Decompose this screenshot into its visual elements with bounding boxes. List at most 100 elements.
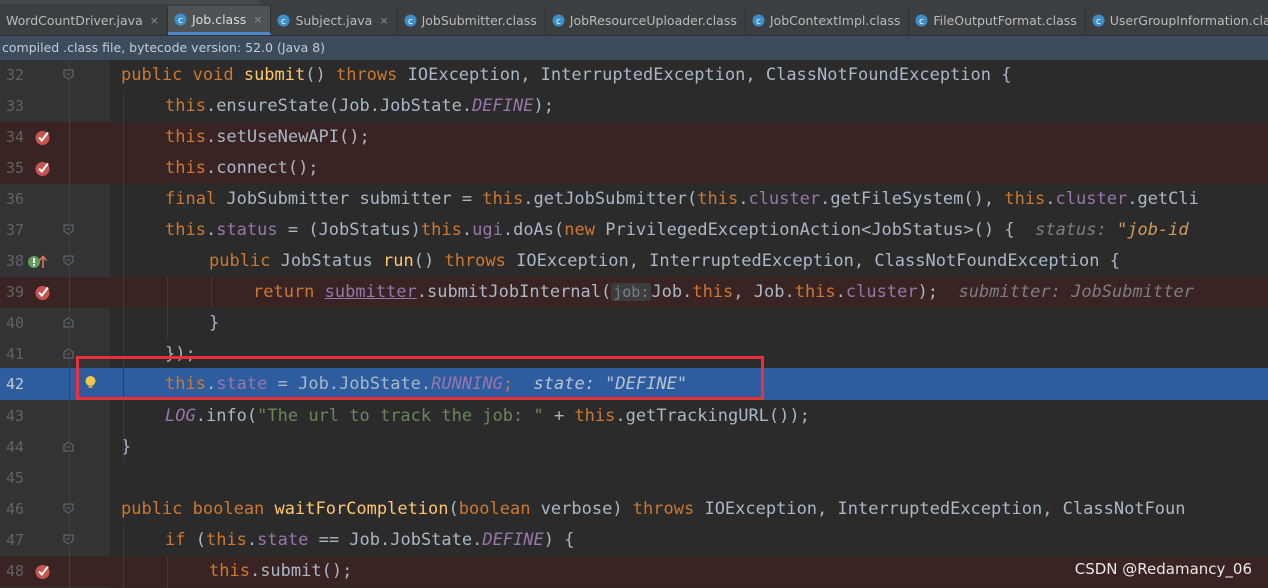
code-text: LOG.info("The url to track the job: " + … bbox=[165, 401, 810, 432]
tab-label: Job.class bbox=[191, 11, 247, 27]
indent-guide bbox=[167, 556, 168, 588]
line-number: 42 bbox=[5, 375, 24, 393]
token: public bbox=[209, 251, 281, 271]
breakpoint-icon[interactable] bbox=[34, 284, 51, 301]
token: .getFileSystem(), bbox=[820, 189, 1005, 209]
code-line[interactable]: 44 } bbox=[0, 432, 1268, 463]
tab-list: WordCountDriver.java × c Job.class × c S… bbox=[0, 6, 1268, 35]
debug-inline-value: submitter: JobSubmitter bbox=[938, 282, 1194, 302]
line-number: 32 bbox=[5, 66, 24, 84]
line-number: 39 bbox=[5, 283, 24, 301]
breakpoint-icon[interactable] bbox=[34, 563, 51, 580]
line-number: 36 bbox=[5, 190, 24, 208]
token: + bbox=[543, 406, 575, 426]
code-line-breakpoint[interactable]: 34 this.setUseNewAPI(); bbox=[0, 122, 1268, 153]
tab-jobsubmitter-class[interactable]: c JobSubmitter.class bbox=[398, 6, 546, 35]
token: == Job.JobState. bbox=[308, 530, 483, 550]
token: this bbox=[205, 530, 247, 550]
line-number: 44 bbox=[5, 438, 24, 456]
tab-label: JobResourceUploader.class bbox=[569, 13, 737, 28]
tab-wordcountdriver-java[interactable]: WordCountDriver.java × bbox=[0, 6, 168, 35]
java-file-icon: c bbox=[277, 14, 290, 27]
token: . bbox=[1045, 189, 1056, 209]
token: throws bbox=[335, 65, 408, 85]
code-line[interactable]: 47 if (this.state == Job.JobState.DEFINE… bbox=[0, 525, 1268, 556]
tab-label: JobSubmitter.class bbox=[421, 13, 537, 28]
code-line[interactable]: 36 final JobSubmitter submitter = this.g… bbox=[0, 184, 1268, 215]
code-line[interactable]: 32 public void submit() throws IOExcepti… bbox=[0, 60, 1268, 91]
code-line[interactable]: 43 LOG.info("The url to track the job: "… bbox=[0, 401, 1268, 432]
breakpoint-icon[interactable] bbox=[34, 129, 51, 146]
token: submitter bbox=[324, 282, 417, 302]
token: verbose) bbox=[540, 499, 633, 519]
close-icon[interactable]: × bbox=[253, 13, 262, 26]
code-line[interactable]: 46 public boolean waitForCompletion(bool… bbox=[0, 494, 1268, 525]
token: return bbox=[253, 282, 325, 302]
code-line-breakpoint[interactable]: 39 return submitter.submitJobInternal(jo… bbox=[0, 277, 1268, 308]
tab-jobresourceuploader-class[interactable]: c JobResourceUploader.class bbox=[546, 6, 746, 35]
code-line[interactable]: 38 public JobStatus run() throws IOExcep… bbox=[0, 246, 1268, 277]
token: DEFINE bbox=[482, 530, 544, 550]
code-line[interactable]: 45 bbox=[0, 463, 1268, 494]
indent-guide bbox=[123, 91, 124, 462]
code-line[interactable]: 37 this.status = (JobStatus)this.ugi.doA… bbox=[0, 215, 1268, 246]
tab-label: FileOutputFormat.class bbox=[933, 13, 1077, 28]
token: () bbox=[413, 251, 445, 271]
token: () bbox=[305, 65, 336, 85]
line-number: 35 bbox=[5, 159, 24, 177]
token: .ensureState(Job.JobState. bbox=[205, 96, 473, 116]
close-icon[interactable]: × bbox=[150, 14, 159, 27]
code-text: this.status = (JobStatus)this.ugi.doAs(n… bbox=[165, 215, 1189, 246]
code-line[interactable]: 40 } bbox=[0, 308, 1268, 339]
svg-text:c: c bbox=[1096, 17, 1101, 27]
highlight-annotation-box bbox=[76, 356, 764, 400]
line-number: 41 bbox=[5, 345, 24, 363]
tab-jobcontextimpl-class[interactable]: c JobContextImpl.class bbox=[746, 6, 910, 35]
code-line-breakpoint[interactable]: 35 this.connect(); bbox=[0, 153, 1268, 184]
token: , Job. bbox=[733, 282, 795, 302]
line-number: 46 bbox=[5, 500, 24, 518]
token: this bbox=[165, 158, 206, 178]
editor-tab-bar: WordCountDriver.java × c Job.class × c S… bbox=[0, 0, 1268, 36]
parameter-hint: job: bbox=[611, 283, 652, 301]
tab-job-class[interactable]: c Job.class × bbox=[167, 6, 272, 35]
token: this bbox=[1004, 189, 1046, 209]
line-number: 43 bbox=[5, 407, 24, 425]
code-text: public void submit() throws IOException,… bbox=[121, 60, 1011, 91]
line-number: 33 bbox=[5, 97, 24, 115]
token: throws bbox=[632, 499, 705, 519]
token: this bbox=[697, 189, 739, 209]
implements-method-icon[interactable] bbox=[27, 253, 49, 270]
tab-subject-java[interactable]: c Subject.java × bbox=[271, 6, 398, 35]
code-editor[interactable]: 32 public void submit() throws IOExcepti… bbox=[0, 60, 1268, 588]
token: "The url to track the job: " bbox=[257, 406, 544, 426]
token: this bbox=[165, 220, 206, 240]
breakpoint-icon[interactable] bbox=[34, 160, 51, 177]
indent-guide bbox=[123, 525, 124, 588]
code-text: final JobSubmitter submitter = this.getJ… bbox=[165, 184, 1199, 215]
close-icon[interactable]: × bbox=[379, 14, 388, 27]
code-text: this.setUseNewAPI(); bbox=[165, 122, 370, 153]
tab-fileoutputformat-class[interactable]: c FileOutputFormat.class bbox=[909, 6, 1086, 35]
code-text: this.connect(); bbox=[165, 153, 319, 184]
token: IOException, InterruptedException, Class… bbox=[407, 65, 1012, 85]
class-file-icon: c bbox=[1092, 14, 1105, 27]
token: IOException, InterruptedException, Class… bbox=[704, 499, 1186, 519]
token: .setUseNewAPI(); bbox=[205, 127, 370, 147]
code-text: this.submit(); bbox=[209, 556, 352, 587]
token: this bbox=[574, 406, 616, 426]
token: .submitJobInternal( bbox=[416, 282, 612, 302]
token: submit bbox=[243, 65, 306, 85]
line-number: 47 bbox=[5, 531, 24, 549]
code-text: } bbox=[209, 308, 219, 339]
token: this bbox=[692, 282, 734, 302]
debug-inline-value: "job-id bbox=[1116, 220, 1189, 240]
indent-guide bbox=[167, 277, 168, 339]
class-file-icon: c bbox=[915, 14, 928, 27]
code-line[interactable]: 33 this.ensureState(Job.JobState.DEFINE)… bbox=[0, 91, 1268, 122]
watermark: CSDN @Redamancy_06 bbox=[1074, 560, 1252, 578]
token: this bbox=[165, 96, 206, 116]
tab-label: Subject.java bbox=[295, 13, 373, 28]
svg-text:c: c bbox=[281, 17, 286, 27]
tab-usergroupinformation-class[interactable]: c UserGroupInformation.cla bbox=[1086, 6, 1268, 35]
